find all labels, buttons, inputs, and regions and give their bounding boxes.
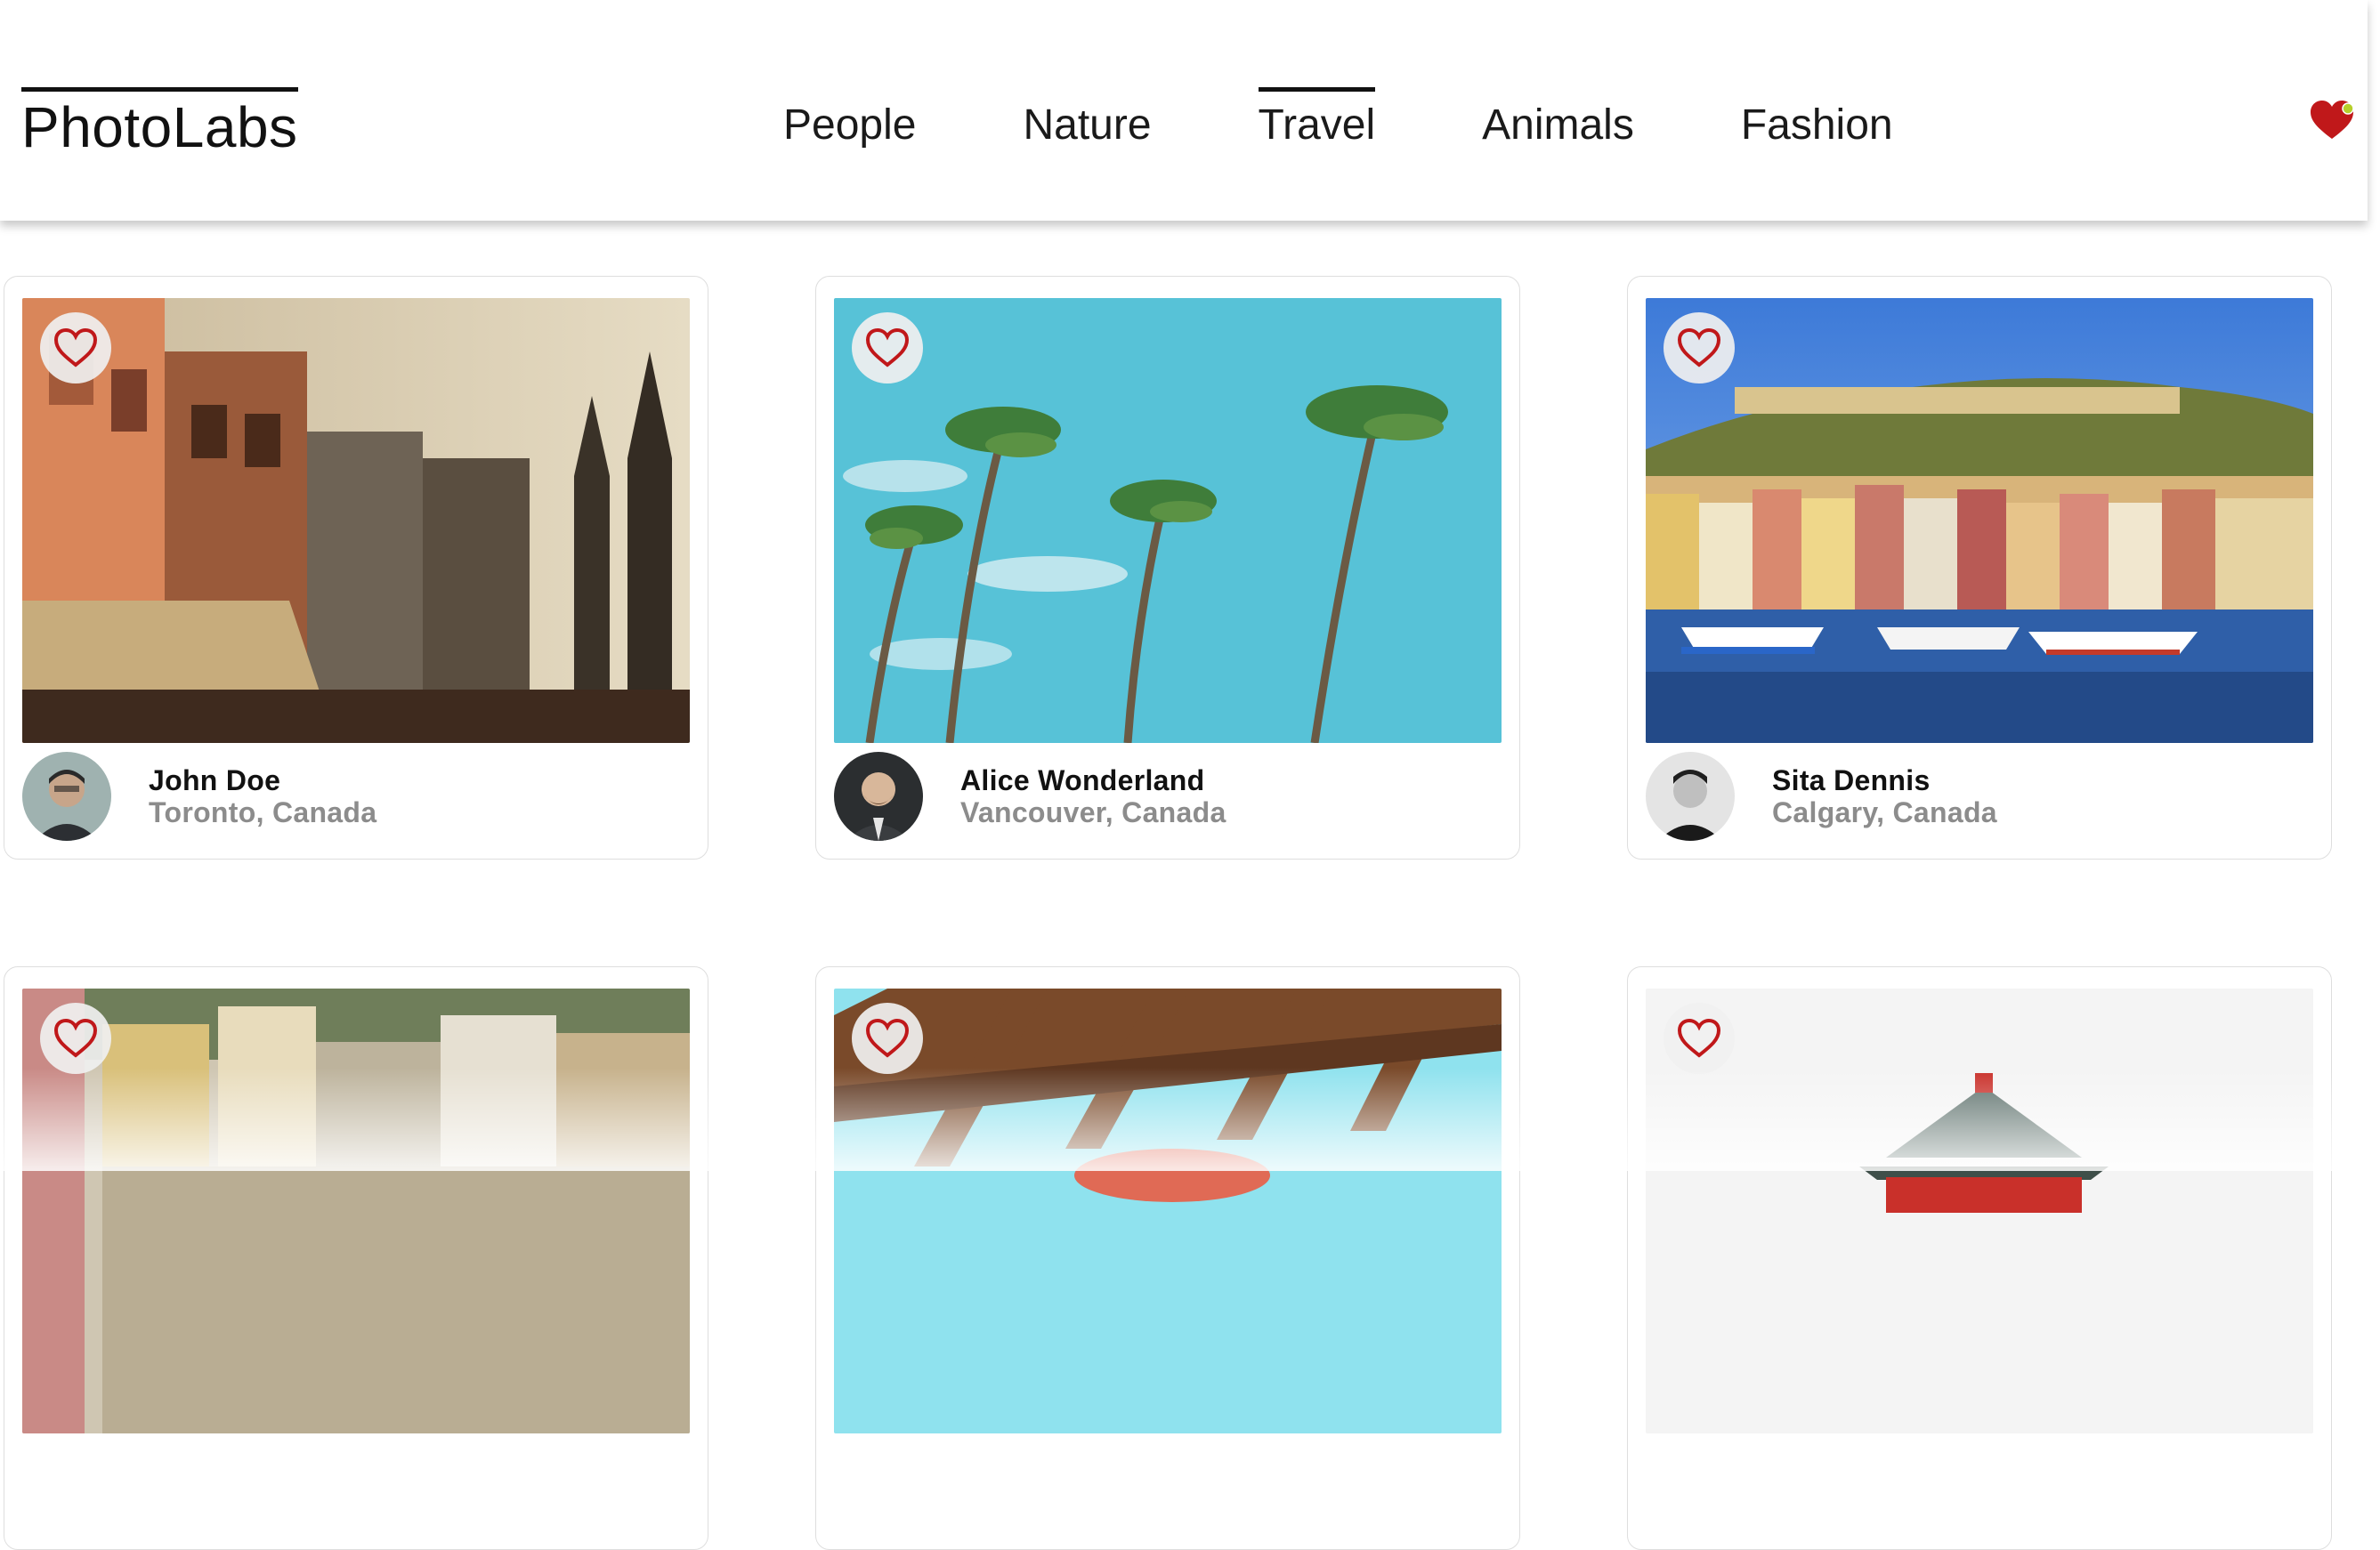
like-button[interactable] — [852, 312, 923, 383]
topic-animals[interactable]: Animals — [1482, 87, 1634, 147]
photo-image[interactable] — [22, 298, 690, 743]
user-location: Calgary, Canada — [1772, 796, 1997, 828]
topic-list: People Nature Travel Animals Fashion — [783, 87, 2000, 147]
heart-outline-icon — [53, 327, 98, 367]
photo-card[interactable] — [1627, 966, 2332, 1550]
heart-filled-icon — [2311, 101, 2354, 139]
user-name: Sita Dennis — [1772, 764, 1931, 796]
photo-image[interactable] — [1646, 989, 2313, 1433]
user-location: Vancouver, Canada — [960, 796, 1226, 828]
topic-people[interactable]: People — [783, 87, 916, 147]
user-name: John Doe — [149, 764, 281, 796]
photo-image[interactable] — [834, 298, 1502, 743]
photo-image[interactable] — [22, 989, 690, 1433]
user-location: Toronto, Canada — [149, 796, 377, 828]
photo-card[interactable]: Sita Dennis Calgary, Canada — [1627, 276, 2332, 860]
photo-card[interactable] — [815, 966, 1520, 1550]
topic-travel[interactable]: Travel — [1258, 87, 1376, 147]
avatar — [834, 752, 923, 841]
heart-outline-icon — [53, 1018, 98, 1058]
notification-dot — [2342, 102, 2354, 115]
heart-outline-icon — [1677, 1018, 1721, 1058]
heart-outline-icon — [865, 327, 910, 367]
like-button[interactable] — [1664, 1003, 1735, 1074]
photo-image[interactable] — [1646, 298, 2313, 743]
app-logo[interactable]: PhotoLabs — [21, 87, 298, 156]
like-button[interactable] — [40, 1003, 111, 1074]
photo-card[interactable]: John Doe Toronto, Canada — [4, 276, 708, 860]
photo-card[interactable]: Alice Wonderland Vancouver, Canada — [815, 276, 1520, 860]
top-nav-bar: PhotoLabs People Nature Travel Animals F… — [0, 0, 2368, 221]
topic-fashion[interactable]: Fashion — [1741, 87, 1893, 147]
avatar — [22, 752, 111, 841]
topic-nature[interactable]: Nature — [1023, 87, 1151, 147]
heart-outline-icon — [865, 1018, 910, 1058]
photo-card[interactable] — [4, 966, 708, 1550]
heart-outline-icon — [1677, 327, 1721, 367]
photo-image[interactable] — [834, 989, 1502, 1433]
avatar — [1646, 752, 1735, 841]
favorites-badge[interactable] — [2309, 98, 2355, 144]
like-button[interactable] — [40, 312, 111, 383]
like-button[interactable] — [1664, 312, 1735, 383]
user-name: Alice Wonderland — [960, 764, 1205, 796]
like-button[interactable] — [852, 1003, 923, 1074]
